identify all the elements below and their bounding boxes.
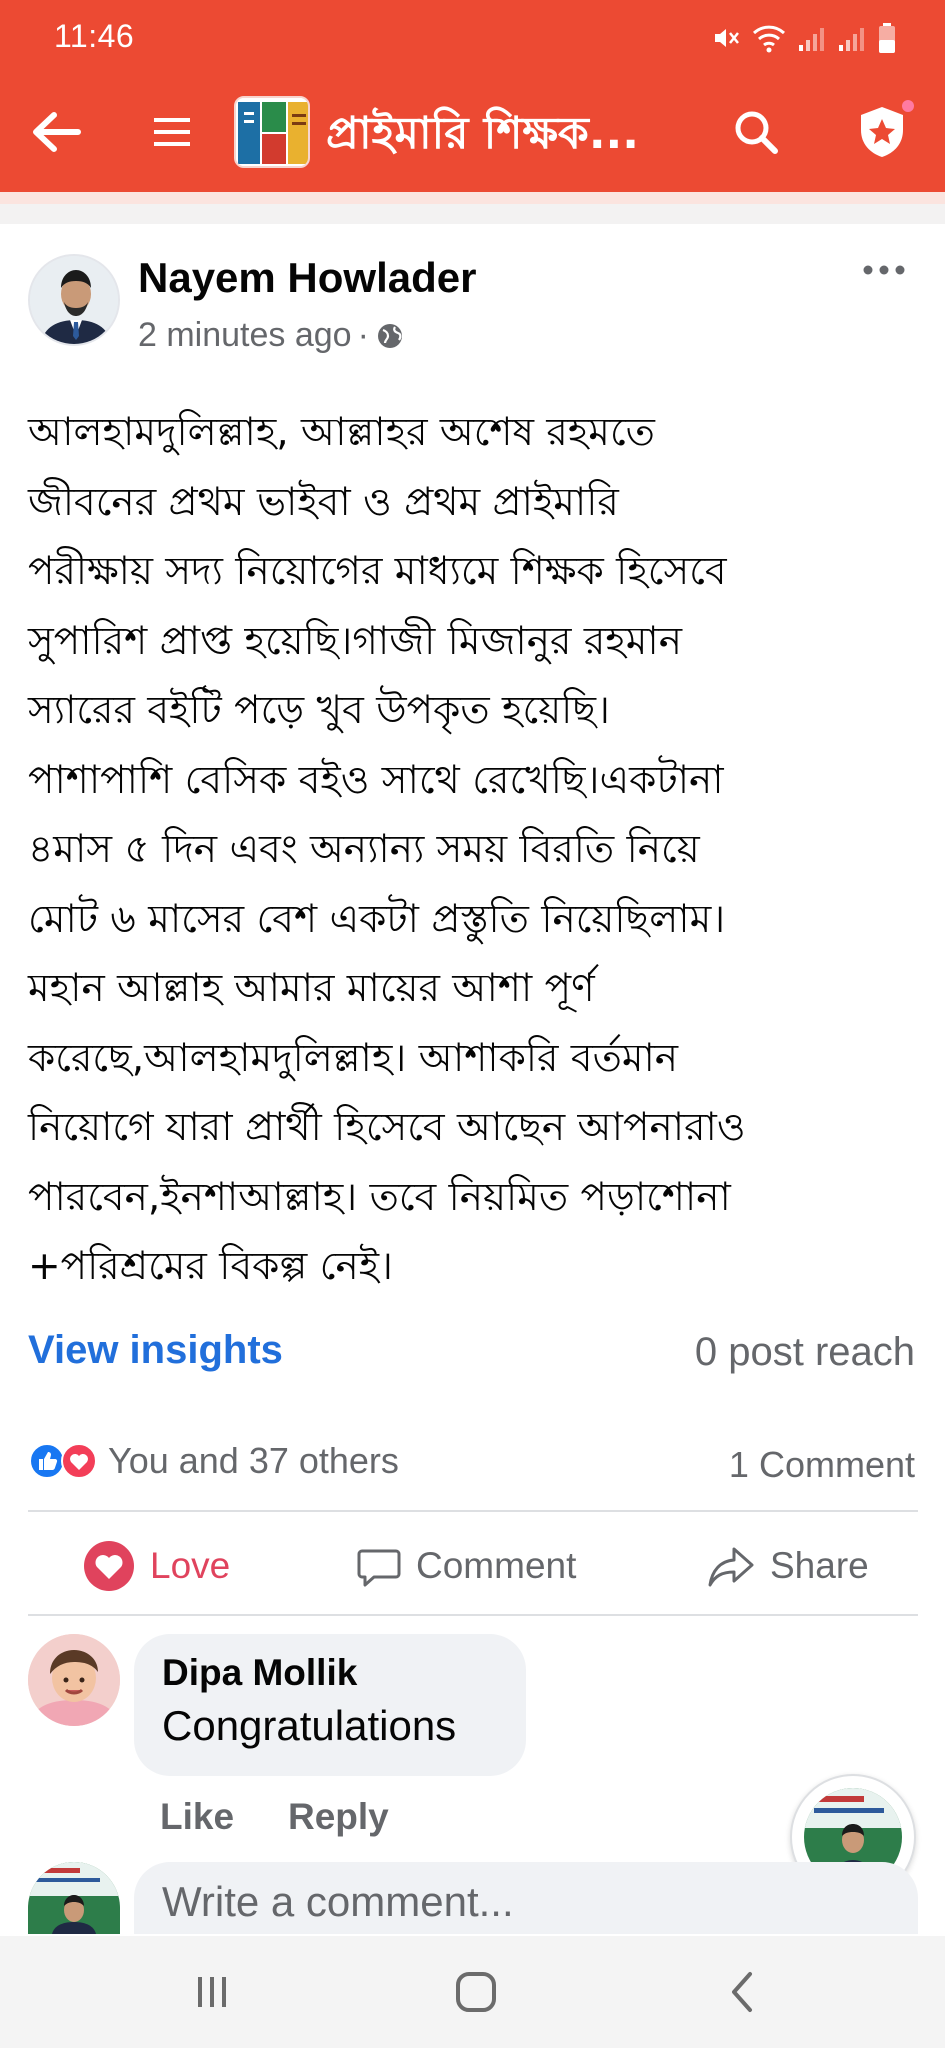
post-line: ৪মাস ৫ দিন এবং অন্যান্য সময় বিরতি নিয়ে: [28, 827, 700, 872]
reactions-text: You and 37 others: [108, 1440, 399, 1481]
status-time: 11:46: [54, 18, 135, 54]
share-label: Share: [770, 1545, 869, 1586]
post-meta: 2 minutes ago ·: [138, 316, 405, 355]
post-line: মোট ৬ মাসের বেশ একটা প্রস্তুতি নিয়েছিলা…: [28, 896, 726, 942]
menu-button[interactable]: [140, 100, 204, 164]
post-line: +পরিশ্রমের বিকল্প নেই।: [28, 1244, 394, 1289]
comment-bubble[interactable]: Dipa Mollik Congratulations: [134, 1634, 526, 1776]
post-options-button[interactable]: [858, 250, 910, 290]
love-reaction-icon: [61, 1443, 97, 1479]
comment-like-button[interactable]: Like: [160, 1796, 234, 1838]
more-icon: [863, 265, 905, 275]
search-button[interactable]: [724, 100, 788, 164]
my-photo: [28, 1862, 120, 1934]
comment-button[interactable]: Comment: [356, 1530, 576, 1602]
heart-icon: [84, 1541, 134, 1591]
back-button[interactable]: [24, 100, 88, 164]
group-thumbnail[interactable]: [234, 96, 310, 168]
comment-count[interactable]: 1 Comment: [729, 1444, 915, 1486]
post-line: আলহামদুলিল্লাহ, আল্লাহর অশেষ রহমতে: [28, 410, 655, 455]
love-label: Love: [150, 1545, 231, 1586]
post-line: পাশাপাশি বেসিক বইও সাথে রেখেছি।একটানা: [28, 757, 724, 803]
share-icon: [708, 1547, 754, 1587]
divider: [28, 1510, 918, 1512]
post-line: করেছে,আলহামদুলিল্লাহ। আশাকরি বর্তমান: [28, 1035, 679, 1081]
status-icons: [711, 20, 897, 56]
back-arrow-icon: [33, 112, 81, 152]
menu-icon: [154, 118, 190, 146]
comment-text: Congratulations: [162, 1702, 457, 1749]
reactions-summary[interactable]: You and 37 others: [28, 1440, 399, 1482]
search-icon: [735, 111, 778, 154]
comment-input[interactable]: [134, 1862, 918, 1934]
shield-star-icon: [861, 107, 903, 157]
love-button[interactable]: Love: [82, 1530, 230, 1602]
comment-label: Comment: [416, 1545, 577, 1586]
meta-separator: ·: [357, 316, 369, 354]
post-line: পরীক্ষায় সদ্য নিয়োগের মাধ্যমে শিক্ষক হ…: [28, 549, 727, 594]
comment-icon: [357, 1549, 401, 1587]
author-avatar[interactable]: [28, 254, 120, 346]
mute-icon: [715, 29, 739, 47]
share-button[interactable]: Share: [706, 1530, 869, 1602]
commenter-name[interactable]: Dipa Mollik: [162, 1652, 498, 1694]
post-line: জীবনের প্রথম ভাইবা ও প্রথম প্রাইমারি: [28, 479, 619, 525]
nav-back-icon: [732, 1972, 752, 2012]
post-line: নিয়োগে যারা প্রার্থী হিসেবে আছেন আপনারা…: [28, 1105, 746, 1150]
header-divider: [0, 192, 945, 204]
post-line: পারবেন,ইনশাআল্লাহ। তবে নিয়মিত পড়াশোনা: [28, 1174, 731, 1220]
home-button[interactable]: [446, 1964, 506, 2020]
globe-icon: [377, 323, 402, 348]
post-line: মহান আল্লাহ আমার মায়ের আশা পূর্ণ: [28, 966, 595, 1011]
signal-icon-2: [839, 28, 864, 51]
author-photo: [30, 256, 118, 344]
app-header: 11:46 প্রাইমারি শিক্ষক...: [0, 0, 945, 192]
battery-icon: [879, 23, 895, 53]
commenter-photo: [28, 1634, 120, 1726]
recent-apps-button[interactable]: [182, 1964, 242, 2020]
system-back-button[interactable]: [712, 1964, 772, 2020]
commenter-avatar[interactable]: [28, 1634, 120, 1726]
post-body: আলহামদুলিল্লাহ, আল্লাহর অশেষ রহমতে জীবনে…: [28, 398, 918, 1302]
system-nav-bar: [0, 1936, 945, 2048]
post-line: স্যারের বইটি পড়ে খুব উপকৃত হয়েছি।: [28, 688, 610, 733]
feed-gap: [0, 204, 945, 224]
home-icon: [456, 1972, 496, 2012]
author-name[interactable]: Nayem Howlader: [138, 254, 476, 302]
notification-dot: [902, 100, 914, 112]
my-avatar: [28, 1862, 120, 1934]
post-line: সুপারিশ প্রাপ্ত হয়েছি।গাজী মিজানুর রহমা…: [28, 618, 683, 664]
recent-apps-icon: [198, 1977, 226, 2007]
divider: [28, 1614, 918, 1616]
view-insights-link[interactable]: View insights: [28, 1328, 283, 1373]
reaction-icons: [28, 1442, 98, 1480]
comment-reply-button[interactable]: Reply: [288, 1796, 389, 1838]
wifi-icon: [752, 25, 786, 53]
signal-icon-1: [799, 28, 824, 51]
group-title[interactable]: প্রাইমারি শিক্ষক...: [326, 104, 686, 164]
group-cover-image: [236, 98, 308, 166]
post-time[interactable]: 2 minutes ago: [138, 316, 352, 355]
post-reach: 0 post reach: [694, 1330, 915, 1374]
